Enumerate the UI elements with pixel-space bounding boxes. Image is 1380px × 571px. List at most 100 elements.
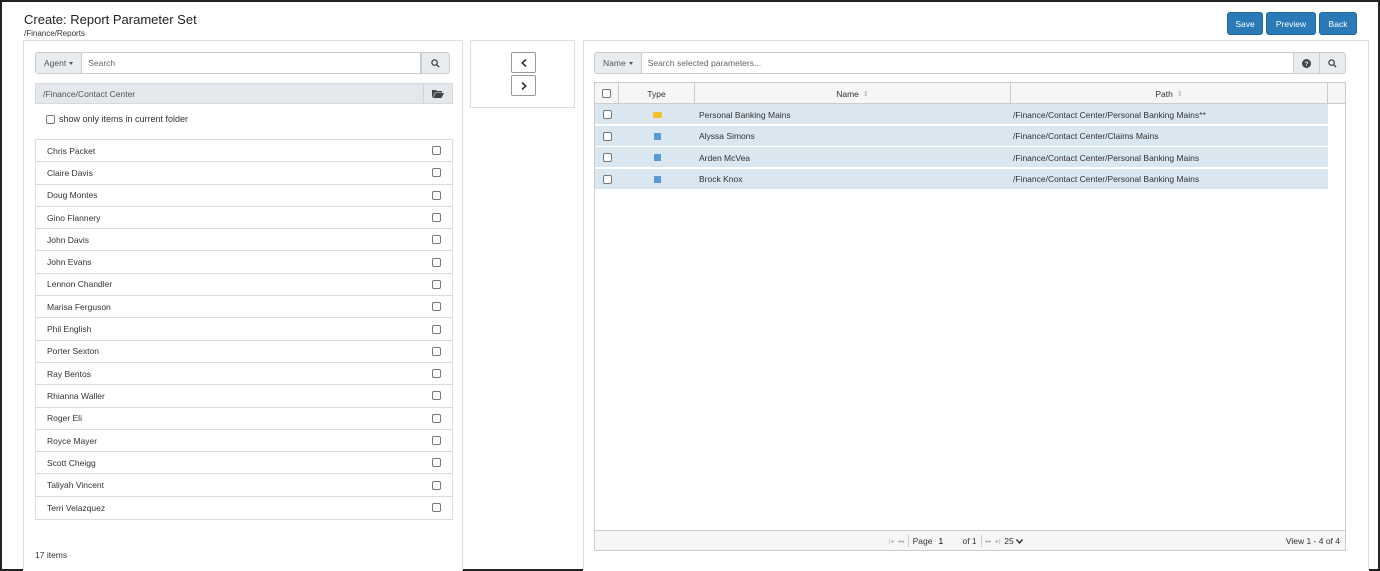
list-item[interactable]: Royce Mayer	[36, 430, 452, 453]
scrollbar-header-spacer	[1328, 83, 1345, 104]
agent-checkbox[interactable]	[432, 190, 441, 200]
browse-folder-button[interactable]	[423, 84, 452, 103]
agent-checkbox[interactable]	[432, 279, 441, 289]
next-page-icon[interactable]: ▸▸	[986, 538, 992, 545]
row-path-cell: /Finance/Contact Center/Personal Banking…	[1011, 104, 1328, 125]
select-all-checkbox[interactable]	[602, 89, 611, 98]
agent-icon	[653, 132, 661, 140]
list-item[interactable]: Claire Davis	[36, 162, 452, 185]
agent-checkbox[interactable]	[432, 302, 441, 312]
agent-name: Terri Velazquez	[47, 502, 106, 513]
list-item[interactable]: John Davis	[36, 229, 452, 252]
list-item[interactable]: Rhianna Waller	[36, 385, 452, 408]
page-size-select[interactable]: 25	[1004, 536, 1023, 546]
remove-selected-button[interactable]	[511, 52, 536, 73]
caret-down-icon	[69, 61, 74, 65]
table-row[interactable]: Personal Banking Mains/Finance/Contact C…	[595, 104, 1328, 125]
row-checkbox[interactable]	[602, 131, 612, 141]
list-item[interactable]: Chris Packet	[36, 140, 452, 163]
help-button[interactable]: ?	[1293, 52, 1320, 74]
list-item[interactable]: Gino Flannery	[36, 207, 452, 230]
transfer-controls	[470, 40, 575, 108]
agent-name: Claire Davis	[47, 167, 93, 178]
search-input[interactable]	[82, 52, 422, 74]
first-page-icon[interactable]: |◂	[889, 538, 894, 545]
select-all-cell	[595, 83, 619, 104]
agent-checkbox[interactable]	[432, 235, 441, 245]
agent-checkbox[interactable]	[432, 168, 441, 178]
table-row[interactable]: Arden McVea/Finance/Contact Center/Perso…	[595, 147, 1328, 168]
selected-parameters-search-input[interactable]	[641, 52, 1294, 74]
list-item[interactable]: Scott Cheigg	[36, 452, 452, 475]
selected-parameters-panel: Name ? Type Name ⇕	[583, 40, 1369, 571]
current-folder-bar: /Finance/Contact Center	[35, 83, 453, 104]
show-only-current-folder-toggle[interactable]: show only items in current folder	[46, 114, 188, 124]
column-header-name[interactable]: Name ⇕	[695, 83, 1011, 104]
help-icon: ?	[1301, 58, 1311, 68]
agent-name: Royce Mayer	[47, 435, 98, 446]
agent-checkbox[interactable]	[432, 503, 441, 513]
save-button[interactable]: Save	[1227, 12, 1263, 35]
search-button[interactable]	[1319, 52, 1346, 74]
list-item[interactable]: Porter Sexton	[36, 341, 452, 363]
agent-checkbox[interactable]	[432, 480, 441, 490]
page-count: of 1	[962, 536, 977, 546]
row-select-cell	[595, 126, 619, 147]
table-row[interactable]: Brock Knox/Finance/Contact Center/Person…	[595, 168, 1328, 190]
column-header-type[interactable]: Type	[619, 83, 695, 104]
view-range-label: View 1 - 4 of 4	[1285, 536, 1340, 546]
row-checkbox[interactable]	[602, 174, 612, 184]
name-filter-dropdown[interactable]: Name	[594, 52, 642, 74]
breadcrumb: /Finance/Reports	[24, 29, 85, 38]
agent-checkbox[interactable]	[432, 369, 441, 379]
agent-filter-dropdown[interactable]: Agent	[35, 52, 83, 74]
sort-icon: ⇕	[1176, 90, 1183, 98]
row-type-cell	[619, 147, 695, 168]
row-name: Personal Banking Mains	[699, 109, 791, 120]
list-item[interactable]: Ray Bentos	[36, 363, 452, 386]
agent-checkbox[interactable]	[432, 391, 441, 401]
current-folder-path: /Finance/Contact Center	[43, 88, 136, 99]
grid-pager: |◂ ◂◂ Page of 1 ▸▸ ▸| 25 View 1 - 4 of 4	[595, 530, 1345, 550]
folder-open-icon	[432, 90, 444, 98]
list-item[interactable]: Phil English	[36, 318, 452, 341]
list-item[interactable]: Taliyah Vincent	[36, 474, 452, 497]
list-item[interactable]: Roger Eli	[36, 408, 452, 430]
search-icon	[1327, 58, 1337, 68]
row-checkbox[interactable]	[602, 110, 612, 119]
column-header-path[interactable]: Path ⇕	[1011, 83, 1328, 104]
agent-checkbox[interactable]	[432, 213, 441, 223]
agent-checkbox[interactable]	[432, 346, 441, 356]
page-title: Create: Report Parameter Set	[24, 12, 197, 27]
pager-controls: |◂ ◂◂ Page of 1 ▸▸ ▸| 25	[889, 534, 1023, 548]
agent-checkbox[interactable]	[432, 324, 441, 334]
agent-checkbox[interactable]	[432, 146, 441, 156]
table-row[interactable]: Alyssa Simons/Finance/Contact Center/Cla…	[595, 125, 1328, 147]
list-item[interactable]: Terri Velazquez	[36, 497, 452, 519]
previous-page-icon[interactable]: ◂◂	[898, 538, 904, 545]
agent-checkbox[interactable]	[432, 436, 441, 445]
chevron-down-icon	[1015, 538, 1023, 544]
agent-name: Rhianna Waller	[47, 390, 105, 401]
add-selected-button[interactable]	[511, 75, 536, 96]
row-select-cell	[595, 169, 619, 190]
agent-checkbox[interactable]	[432, 257, 441, 267]
agent-checkbox[interactable]	[432, 458, 441, 468]
list-item[interactable]: Lennon Chandler	[36, 274, 452, 297]
available-items-panel: Agent /Finance/Contact Center show only …	[23, 40, 463, 571]
list-item[interactable]: Marisa Ferguson	[36, 296, 452, 319]
last-page-icon[interactable]: ▸|	[996, 538, 1001, 545]
row-path-cell: /Finance/Contact Center/Claims Mains	[1011, 126, 1328, 147]
list-item[interactable]: Doug Montes	[36, 185, 452, 207]
agent-name: Lennon Chandler	[47, 279, 113, 290]
preview-button[interactable]: Preview	[1266, 12, 1316, 35]
row-name-cell: Arden McVea	[695, 147, 1011, 168]
back-button[interactable]: Back	[1319, 12, 1357, 35]
show-only-checkbox[interactable]	[46, 114, 55, 124]
agent-checkbox[interactable]	[432, 413, 441, 423]
search-icon	[431, 58, 440, 68]
list-item[interactable]: John Evans	[36, 251, 452, 274]
row-checkbox[interactable]	[602, 153, 612, 162]
search-button[interactable]	[421, 52, 451, 74]
page-number-input[interactable]	[936, 534, 959, 548]
